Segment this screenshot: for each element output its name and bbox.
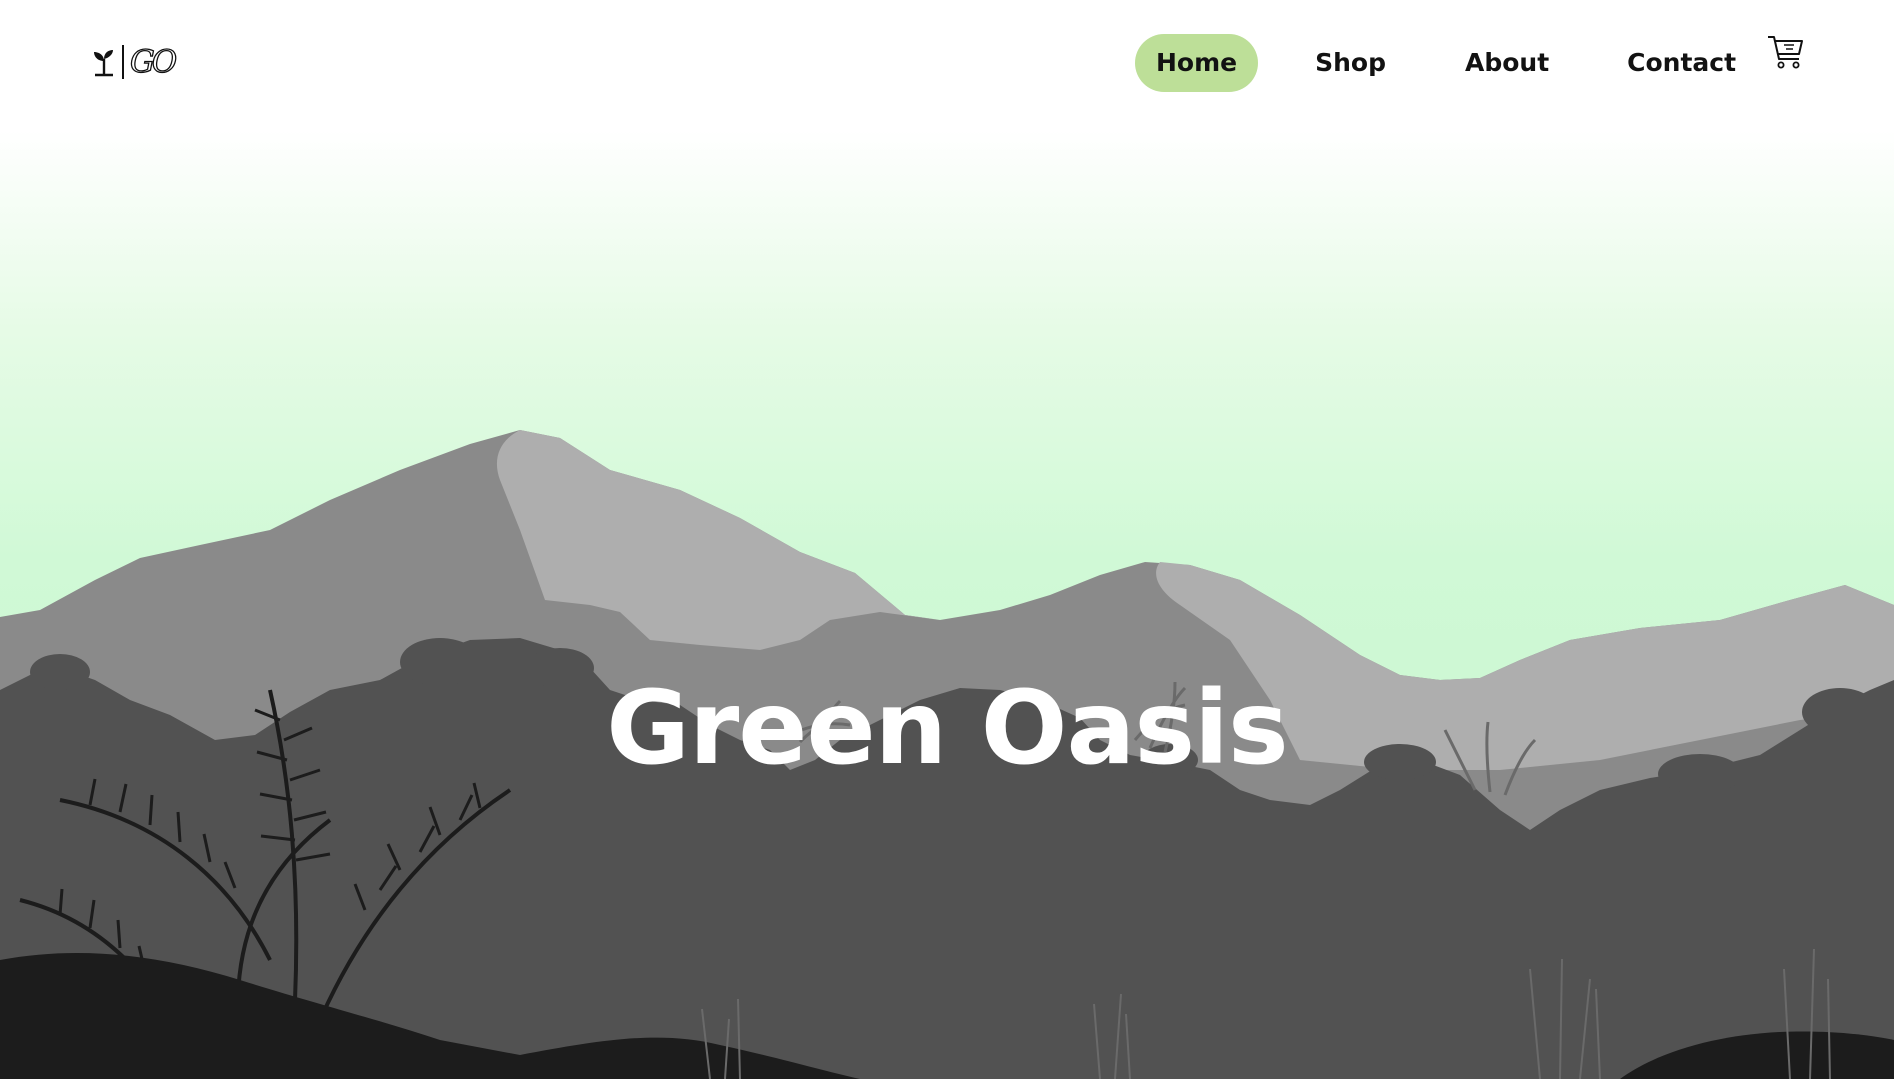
brand-logo[interactable]: GO <box>92 40 182 84</box>
nav-contact-link[interactable]: Contact <box>1606 34 1757 92</box>
logo-text: GO <box>129 43 178 80</box>
shopping-cart-icon[interactable] <box>1766 32 1806 72</box>
hero-title: Green Oasis <box>606 669 1288 789</box>
logo-divider <box>122 45 124 79</box>
sprout-icon <box>94 50 113 77</box>
site-header: GO Home Shop About Contact <box>0 0 1894 120</box>
jungle-landscape-illustration <box>0 430 1894 1079</box>
nav-about-link[interactable]: About <box>1444 34 1570 92</box>
hero-section <box>0 0 1894 1079</box>
nav-home-link[interactable]: Home <box>1135 34 1259 92</box>
nav-shop-link[interactable]: Shop <box>1294 34 1407 92</box>
main-navigation: Home Shop About Contact <box>1135 34 1757 92</box>
